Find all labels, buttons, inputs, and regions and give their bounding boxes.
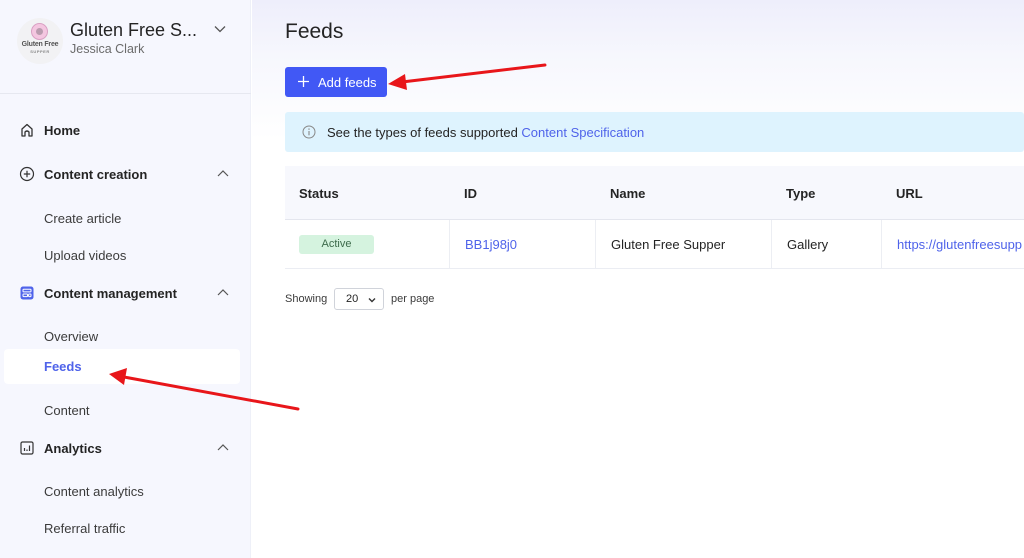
sidebar-section-label: Content creation xyxy=(44,166,148,182)
sidebar-section-label: Analytics xyxy=(44,440,102,456)
plus-circle-icon xyxy=(19,166,35,182)
sidebar-item-overview[interactable]: Overview xyxy=(0,322,251,352)
info-text: See the types of feeds supported xyxy=(327,125,522,140)
chevron-up-icon[interactable] xyxy=(216,441,230,455)
column-header-url[interactable]: URL xyxy=(896,186,923,201)
feed-name: Gluten Free Supper xyxy=(611,237,726,252)
account-logo: Gluten Free SUPPER xyxy=(17,18,63,64)
sidebar-item-label: Home xyxy=(44,122,81,138)
feed-url-link[interactable]: https://glutenfreesupp xyxy=(897,237,1022,252)
sidebar-item-upload-videos[interactable]: Upload videos xyxy=(0,241,251,271)
sidebar-item-feeds[interactable]: Feeds xyxy=(4,349,240,384)
main-content: Feeds Add feeds See the types of feeds s… xyxy=(252,0,1024,558)
info-icon xyxy=(302,125,316,139)
chevron-up-icon[interactable] xyxy=(216,286,230,300)
chevron-down-icon[interactable] xyxy=(213,22,227,36)
sidebar-section-analytics[interactable]: Analytics xyxy=(0,433,251,463)
sidebar-item-label: Referral traffic xyxy=(44,521,126,536)
feed-type: Gallery xyxy=(787,237,829,252)
table-header: Status ID Name Type URL xyxy=(285,166,1024,220)
status-badge: Active xyxy=(299,235,374,254)
logo-text: Gluten Free xyxy=(21,41,59,48)
sidebar-item-label: Upload videos xyxy=(44,248,127,263)
column-header-name[interactable]: Name xyxy=(610,186,645,201)
sidebar-item-create-article[interactable]: Create article xyxy=(0,204,251,234)
page-title: Feeds xyxy=(285,20,344,43)
cell-name: Gluten Free Supper xyxy=(595,220,771,268)
sidebar: Gluten Free SUPPER Gluten Free S... Jess… xyxy=(0,0,251,558)
home-icon xyxy=(21,123,33,137)
add-feeds-label: Add feeds xyxy=(318,75,377,90)
content-management-icon xyxy=(20,286,34,300)
per-page-value: 20 xyxy=(346,293,359,305)
sidebar-item-home[interactable]: Home xyxy=(0,115,251,145)
sidebar-item-referral-traffic[interactable]: Referral traffic xyxy=(0,514,251,544)
sidebar-section-label: Content management xyxy=(44,285,177,301)
chart-icon xyxy=(20,441,34,455)
column-header-id[interactable]: ID xyxy=(464,186,477,201)
account-switcher[interactable]: Gluten Free SUPPER Gluten Free S... Jess… xyxy=(0,0,251,94)
per-page-select[interactable]: 20 xyxy=(334,288,384,310)
column-header-status[interactable]: Status xyxy=(299,186,339,201)
table-row[interactable]: Active BB1j98j0 Gluten Free Supper Galle… xyxy=(285,220,1024,269)
sidebar-item-label: Create article xyxy=(44,211,122,226)
cell-type: Gallery xyxy=(771,220,881,268)
sidebar-item-content-analytics[interactable]: Content analytics xyxy=(0,477,251,507)
cell-id: BB1j98j0 xyxy=(449,220,595,268)
info-banner: See the types of feeds supported Content… xyxy=(285,112,1024,152)
cell-url: https://glutenfreesupp xyxy=(881,220,1024,268)
sidebar-item-label: Feeds xyxy=(44,359,82,374)
sidebar-item-label: Content analytics xyxy=(44,484,144,499)
add-feeds-button[interactable]: Add feeds xyxy=(285,67,387,97)
cell-status: Active xyxy=(285,220,449,268)
logo-mark-icon xyxy=(31,23,48,40)
column-header-type[interactable]: Type xyxy=(786,186,815,201)
plus-icon xyxy=(298,76,309,87)
chevron-down-icon xyxy=(368,298,376,303)
showing-label: Showing xyxy=(285,293,328,305)
chevron-up-icon[interactable] xyxy=(216,167,230,181)
sidebar-item-label: Overview xyxy=(44,329,99,344)
sidebar-item-label: Content xyxy=(44,403,90,418)
account-name: Gluten Free S... xyxy=(70,20,198,40)
sidebar-item-content[interactable]: Content xyxy=(0,396,251,426)
content-specification-link[interactable]: Content Specification xyxy=(521,125,644,140)
sidebar-section-content-management[interactable]: Content management xyxy=(0,278,251,308)
feed-id-link[interactable]: BB1j98j0 xyxy=(465,237,517,252)
per-page-label: per page xyxy=(391,293,435,305)
logo-subtext: SUPPER xyxy=(30,49,50,54)
sidebar-section-content-creation[interactable]: Content creation xyxy=(0,159,251,189)
account-user: Jessica Clark xyxy=(70,42,145,56)
